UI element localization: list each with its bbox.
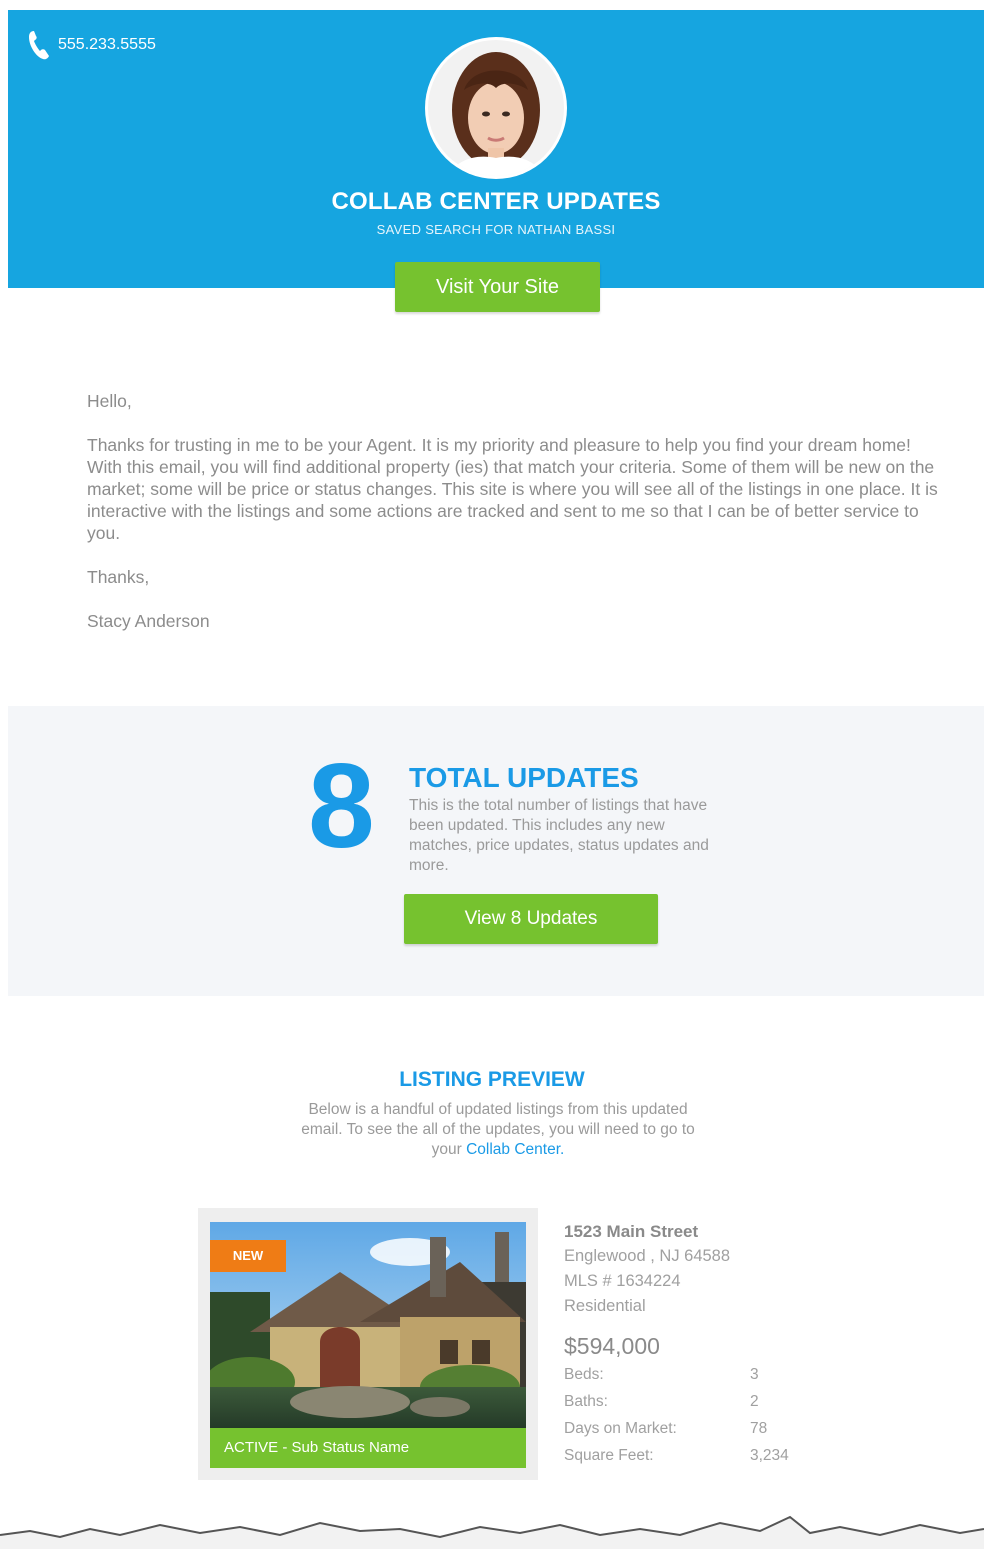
letter-paragraph: Thanks for trusting in me to be your Age…	[87, 435, 938, 543]
listing-preview-title: LISTING PREVIEW	[399, 1068, 585, 1091]
updates-description: This is the total number of listings tha…	[409, 797, 709, 874]
spec-label: Beds:	[564, 1366, 604, 1383]
letter-body: Hello, Thanks for trusting in me to be y…	[87, 390, 947, 654]
greeting: Hello,	[87, 391, 132, 411]
signature: Stacy Anderson	[87, 611, 210, 631]
spec-label: Baths:	[564, 1393, 608, 1410]
new-badge: NEW	[210, 1240, 286, 1272]
phone-number[interactable]: 555.233.5555	[58, 36, 156, 54]
spec-row: Baths: 2	[564, 1388, 864, 1415]
header-banner: 555.233.5555 COLLAB CENTER UPDATES SAVED…	[8, 10, 984, 288]
page-subtitle: SAVED SEARCH FOR NATHAN BASSI	[376, 222, 616, 237]
spec-value: 3,234	[750, 1447, 789, 1464]
listing-price: $594,000	[564, 1333, 660, 1359]
listing-city-state: Englewood , NJ 64588	[564, 1247, 731, 1265]
view-updates-button[interactable]: View 8 Updates	[404, 894, 658, 944]
listing-details: 1523 Main Street Englewood , NJ 64588 ML…	[564, 1220, 864, 1469]
spec-value: 3	[750, 1366, 759, 1383]
listing-preview-description: Below is a handful of updated listings f…	[300, 1100, 696, 1160]
collab-center-link[interactable]: Collab Center.	[466, 1141, 564, 1158]
listing-card[interactable]: NEW ACTIVE - Sub Status Name	[198, 1208, 538, 1480]
listing-photo[interactable]: NEW ACTIVE - Sub Status Name	[210, 1222, 526, 1468]
spec-label: Square Feet:	[564, 1447, 654, 1464]
page-title: COLLAB CENTER UPDATES	[331, 188, 661, 215]
spec-row: Beds: 3	[564, 1361, 864, 1388]
torn-edge	[0, 1515, 984, 1549]
total-updates-section: 8 TOTAL UPDATES This is the total number…	[8, 706, 984, 996]
updates-count: 8	[308, 739, 375, 873]
spec-row: Square Feet: 3,234	[564, 1442, 864, 1469]
agent-avatar	[428, 40, 564, 176]
page-edge	[0, 0, 8, 1549]
spec-value: 2	[750, 1393, 759, 1410]
phone-icon	[29, 31, 49, 60]
closing: Thanks,	[87, 567, 150, 587]
listing-street[interactable]: 1523 Main Street	[564, 1220, 864, 1244]
listing-status: ACTIVE - Sub Status Name	[210, 1428, 526, 1468]
listing-type: Residential	[564, 1297, 646, 1315]
listing-mls: MLS # 1634224	[564, 1272, 681, 1290]
spec-value: 78	[750, 1420, 768, 1437]
visit-site-button[interactable]: Visit Your Site	[395, 262, 600, 312]
phone-contact[interactable]: 555.233.5555	[28, 30, 156, 60]
spec-row: Days on Market: 78	[564, 1415, 864, 1442]
updates-title: TOTAL UPDATES	[409, 762, 639, 793]
spec-label: Days on Market:	[564, 1420, 677, 1437]
